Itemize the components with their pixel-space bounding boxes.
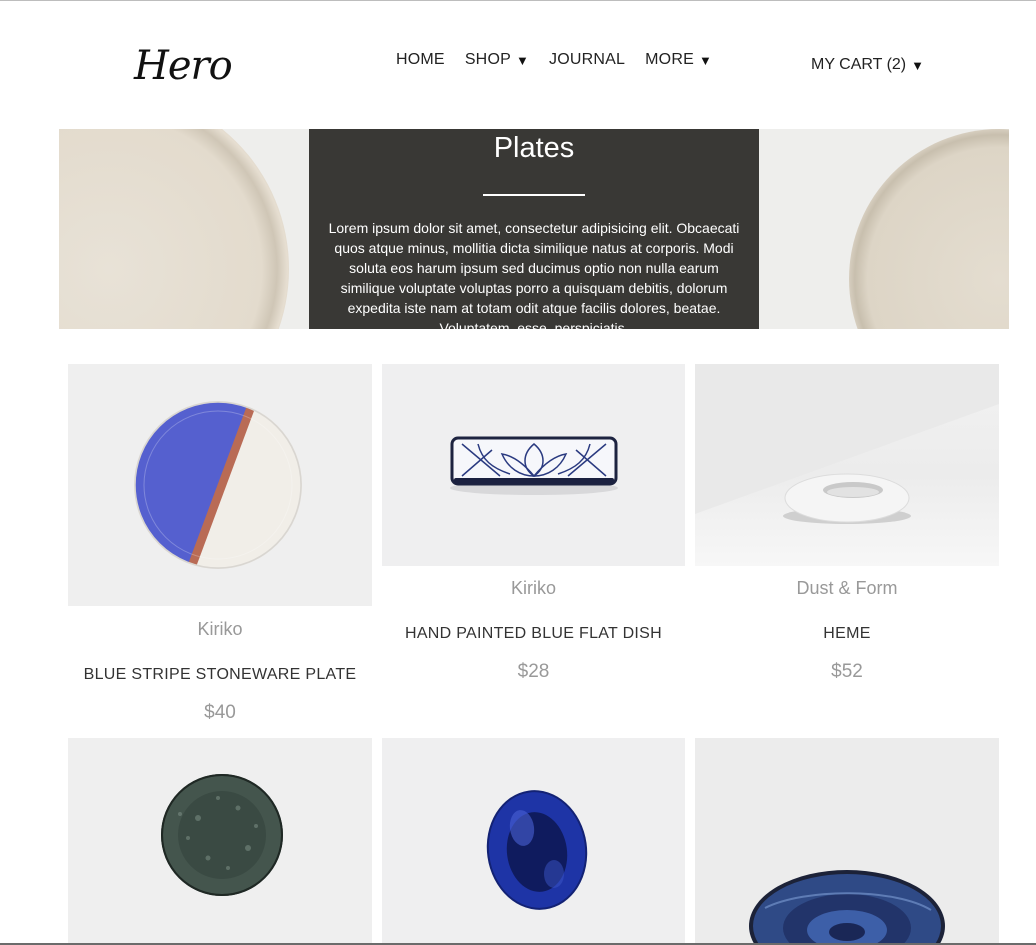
product-price: $40	[204, 702, 236, 723]
product-card[interactable]: Kiriko BLUE STRIPE STONEWARE PLATE $40	[68, 364, 372, 730]
caret-down-icon: ▼	[515, 52, 530, 68]
product-card[interactable]	[695, 738, 999, 943]
blue-stripe-plate-image	[134, 401, 302, 569]
product-card[interactable]: Kiriko HAND PAINTED BLUE FLAT DISH $28	[382, 364, 685, 690]
product-image[interactable]	[695, 364, 999, 566]
product-brand: Dust & Form	[796, 578, 898, 598]
nav-more-label: MORE	[645, 51, 694, 68]
product-name[interactable]: HEME	[695, 625, 999, 643]
nav-home[interactable]: HOME	[396, 51, 445, 69]
nav-shop[interactable]: SHOP ▼	[465, 51, 529, 69]
category-info-card: Plates Lorem ipsum dolor sit amet, conse…	[309, 129, 759, 329]
product-image[interactable]	[382, 738, 685, 943]
category-banner: Plates Lorem ipsum dolor sit amet, conse…	[59, 129, 1009, 329]
cart-label: MY CART (2)	[811, 56, 907, 73]
caret-down-icon: ▼	[911, 57, 925, 73]
cobalt-oval-dish-image	[486, 790, 588, 910]
product-brand: Kiriko	[197, 619, 243, 639]
cart-dropdown[interactable]: MY CART (2) ▼	[811, 54, 924, 76]
nav-home-label: HOME	[396, 51, 445, 68]
product-name[interactable]: BLUE STRIPE STONEWARE PLATE	[68, 666, 372, 684]
white-ring-bowl-image	[695, 364, 999, 524]
banner-plate-image-left	[59, 129, 289, 329]
product-image[interactable]	[68, 364, 372, 606]
product-brand: Kiriko	[510, 578, 556, 598]
blue-flat-dish-image	[450, 436, 618, 495]
product-card[interactable]	[68, 738, 372, 943]
nav-journal-label: JOURNAL	[549, 51, 626, 68]
category-description: Lorem ipsum dolor sit amet, consectetur …	[328, 220, 740, 329]
product-card[interactable]	[382, 738, 685, 943]
main-nav: HOME SHOP ▼ JOURNAL MORE ▼	[396, 49, 732, 71]
category-title: Plates	[493, 132, 575, 164]
banner-plate-image-right	[849, 129, 1009, 329]
dark-green-plate-image	[161, 774, 283, 896]
site-logo[interactable]: Hero	[134, 38, 233, 94]
top-border	[0, 0, 1036, 1]
title-divider	[483, 194, 585, 196]
product-price: $28	[517, 661, 550, 682]
blue-swirl-platter-image	[749, 870, 945, 943]
nav-more[interactable]: MORE ▼	[645, 51, 712, 69]
product-card[interactable]: Dust & Form HEME $52	[695, 364, 999, 690]
product-image[interactable]	[382, 364, 685, 566]
product-name[interactable]: HAND PAINTED BLUE FLAT DISH	[382, 625, 685, 643]
caret-down-icon: ▼	[698, 52, 713, 68]
nav-shop-label: SHOP	[464, 51, 511, 68]
nav-journal[interactable]: JOURNAL	[549, 51, 625, 69]
product-image[interactable]	[695, 738, 999, 943]
product-price: $52	[831, 661, 863, 682]
product-image[interactable]	[68, 738, 372, 943]
